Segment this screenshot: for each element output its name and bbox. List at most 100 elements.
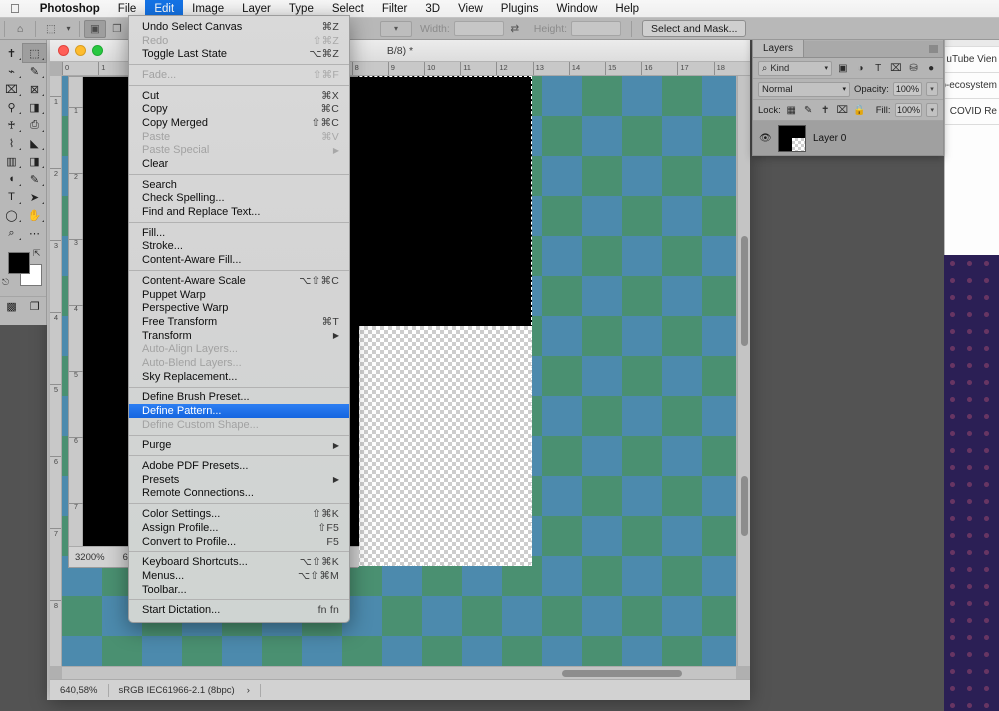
menu-item-cut[interactable]: Cut ⌘X <box>129 89 349 103</box>
spot-healing-brush-tool[interactable]: ◨ <box>23 98 46 116</box>
filter-type-layers-icon[interactable]: T <box>871 61 885 76</box>
menu-item-puppet-warp[interactable]: Puppet Warp <box>129 288 349 302</box>
dodge-tool[interactable]: ◖ <box>0 170 23 188</box>
swap-colors-icon[interactable]: ⇱ <box>33 248 41 259</box>
clone-stamp-tool[interactable]: ⎙ <box>23 116 46 134</box>
vertical-scrollbar[interactable] <box>737 76 750 666</box>
menu-item-keyboard-shortcuts[interactable]: Keyboard Shortcuts... ⌥⇧⌘K <box>129 555 349 569</box>
default-colors-icon[interactable]: ⎋ <box>2 277 9 288</box>
menu-item-remote-connections[interactable]: Remote Connections... <box>129 487 349 501</box>
crop-tool[interactable]: ⌧ <box>0 80 23 98</box>
lasso-tool[interactable]: ⌁ <box>0 62 23 80</box>
layer-thumbnail[interactable] <box>778 124 806 152</box>
menu-item-clear[interactable]: Clear <box>129 157 349 171</box>
menu-item-color-settings[interactable]: Color Settings... ⇧⌘K <box>129 507 349 521</box>
menu-item-undo-select-canvas[interactable]: Undo Select Canvas ⌘Z <box>129 20 349 34</box>
lock-artboard-nesting-icon[interactable]: ⌧ <box>836 103 849 118</box>
tab-layers[interactable]: Layers <box>753 40 805 57</box>
filter-kind-dropdown[interactable]: ⌕ Kind ▾ <box>758 60 832 76</box>
filter-adjustment-layers-icon[interactable]: ◑ <box>854 61 868 76</box>
menu-item-adobe-pdf-presets[interactable]: Adobe PDF Presets... <box>129 459 349 473</box>
type-tool[interactable]: T <box>0 188 23 206</box>
eraser-tool[interactable]: ◣ <box>23 134 46 152</box>
menu-item-copy[interactable]: Copy ⌘C <box>129 102 349 116</box>
chevron-right-icon[interactable]: › <box>245 680 260 701</box>
menu-item-content-aware-fill[interactable]: Content-Aware Fill... <box>129 253 349 267</box>
frame-tool[interactable]: ⊠ <box>23 80 46 98</box>
eyedropper-tool[interactable]: ⚲ <box>0 98 23 116</box>
menu-item-convert-to-profile[interactable]: Convert to Profile... F5 <box>129 535 349 549</box>
style-dropdown[interactable]: ▾ <box>380 20 412 37</box>
menu-item-stroke[interactable]: Stroke... <box>129 240 349 254</box>
menu-item-transform[interactable]: Transform ▶ <box>129 329 349 343</box>
menu-item-start-dictation[interactable]: Start Dictation... fn fn <box>129 603 349 617</box>
ellipse-tool[interactable]: ◯ <box>0 206 23 224</box>
menu-item-perspective-warp[interactable]: Perspective Warp <box>129 301 349 315</box>
menu-item-define-pattern[interactable]: Define Pattern... <box>129 404 349 418</box>
opacity-chevron-down-icon[interactable]: ▾ <box>926 82 938 96</box>
select-and-mask-button[interactable]: Select and Mask... <box>642 20 747 37</box>
menu-item-toggle-last-state[interactable]: Toggle Last State ⌥⌘Z <box>129 47 349 61</box>
vertical-ruler[interactable]: 1 2 3 4 5 6 7 8 <box>50 76 62 666</box>
menu-item-check-spelling[interactable]: Check Spelling... <box>129 192 349 206</box>
opacity-value[interactable]: 100% <box>892 82 923 96</box>
move-tool[interactable]: ✝ <box>0 44 23 62</box>
vertical-scrollbar-thumb-2[interactable] <box>741 476 748 536</box>
menu-window[interactable]: Window <box>548 0 607 18</box>
rectangular-marquee-tool[interactable]: ⬚ <box>22 43 47 63</box>
filter-smart-objects-icon[interactable]: ⛁ <box>907 61 921 76</box>
brush-tool[interactable]: ♰ <box>0 116 23 134</box>
filter-toggle-switch[interactable]: ● <box>924 61 938 76</box>
menu-view[interactable]: View <box>449 0 492 18</box>
lock-transparent-pixels-icon[interactable]: ▦ <box>785 103 798 118</box>
menu-item-search[interactable]: Search <box>129 178 349 192</box>
layer-row[interactable]: 👁 Layer 0 <box>753 121 943 155</box>
zoom-level-field[interactable]: 640,58% <box>50 680 108 701</box>
blur-tool[interactable]: ◨ <box>23 152 46 170</box>
menu-item-menus[interactable]: Menus... ⌥⇧⌘M <box>129 569 349 583</box>
eye-icon[interactable]: 👁 <box>759 133 772 144</box>
new-selection-button[interactable]: ▣ <box>84 19 106 38</box>
lock-position-icon[interactable]: ✝ <box>819 103 832 118</box>
menu-item-sky-replacement[interactable]: Sky Replacement... <box>129 370 349 384</box>
menu-item-purge[interactable]: Purge ▶ <box>129 439 349 453</box>
filter-pixel-layers-icon[interactable]: ▣ <box>836 61 850 76</box>
horizontal-scrollbar-thumb[interactable] <box>562 670 682 677</box>
hand-tool[interactable]: ✋ <box>23 206 46 224</box>
pen-tool[interactable]: ✎ <box>23 170 46 188</box>
width-input[interactable] <box>453 21 504 36</box>
menu-filter[interactable]: Filter <box>373 0 417 18</box>
menu-item-fill[interactable]: Fill... <box>129 226 349 240</box>
gradient-tool[interactable]: ▥ <box>0 152 23 170</box>
zoom-tool[interactable]: ⌕ <box>0 224 23 242</box>
home-icon[interactable]: ⌂ <box>9 20 31 38</box>
foreground-color-swatch[interactable] <box>8 252 30 274</box>
fill-chevron-down-icon[interactable]: ▾ <box>926 103 939 117</box>
screen-mode-icon[interactable]: ❐ <box>30 300 40 313</box>
menu-3d[interactable]: 3D <box>416 0 449 18</box>
menu-item-presets[interactable]: Presets ▶ <box>129 473 349 487</box>
height-input[interactable] <box>571 21 622 36</box>
rectangular-marquee-icon[interactable]: ⬚ <box>40 20 62 38</box>
path-selection-tool[interactable]: ➤ <box>23 188 46 206</box>
blend-mode-dropdown[interactable]: Normal ▾ <box>758 81 850 97</box>
menu-item-toolbar[interactable]: Toolbar... <box>129 583 349 597</box>
swap-dimensions-icon[interactable]: ⇄ <box>504 20 526 38</box>
menu-photoshop[interactable]: Photoshop <box>31 0 109 18</box>
history-brush-tool[interactable]: ⌇ <box>0 134 23 152</box>
menu-item-assign-profile[interactable]: Assign Profile... ⇧F5 <box>129 521 349 535</box>
horizontal-scrollbar[interactable] <box>62 666 736 679</box>
menu-item-copy-merged[interactable]: Copy Merged ⇧⌘C <box>129 116 349 130</box>
apple-logo-icon[interactable]:  <box>0 2 31 15</box>
menu-item-content-aware-scale[interactable]: Content-Aware Scale ⌥⇧⌘C <box>129 274 349 288</box>
quick-selection-tool[interactable]: ✎ <box>23 62 46 80</box>
lock-all-icon[interactable]: 🔒 <box>853 103 866 118</box>
menu-item-define-brush-preset[interactable]: Define Brush Preset... <box>129 391 349 405</box>
chevron-down-icon[interactable]: ▾ <box>62 20 75 38</box>
edit-menu-dropdown[interactable]: Undo Select Canvas ⌘Z Redo ⇧⌘Z Toggle Last S… <box>128 15 350 624</box>
menu-plugins[interactable]: Plugins <box>492 0 548 18</box>
menu-help[interactable]: Help <box>606 0 648 18</box>
menu-item-find-and-replace-text[interactable]: Find and Replace Text... <box>129 205 349 219</box>
menu-item-free-transform[interactable]: Free Transform ⌘T <box>129 315 349 329</box>
lock-image-pixels-icon[interactable]: ✎ <box>802 103 815 118</box>
